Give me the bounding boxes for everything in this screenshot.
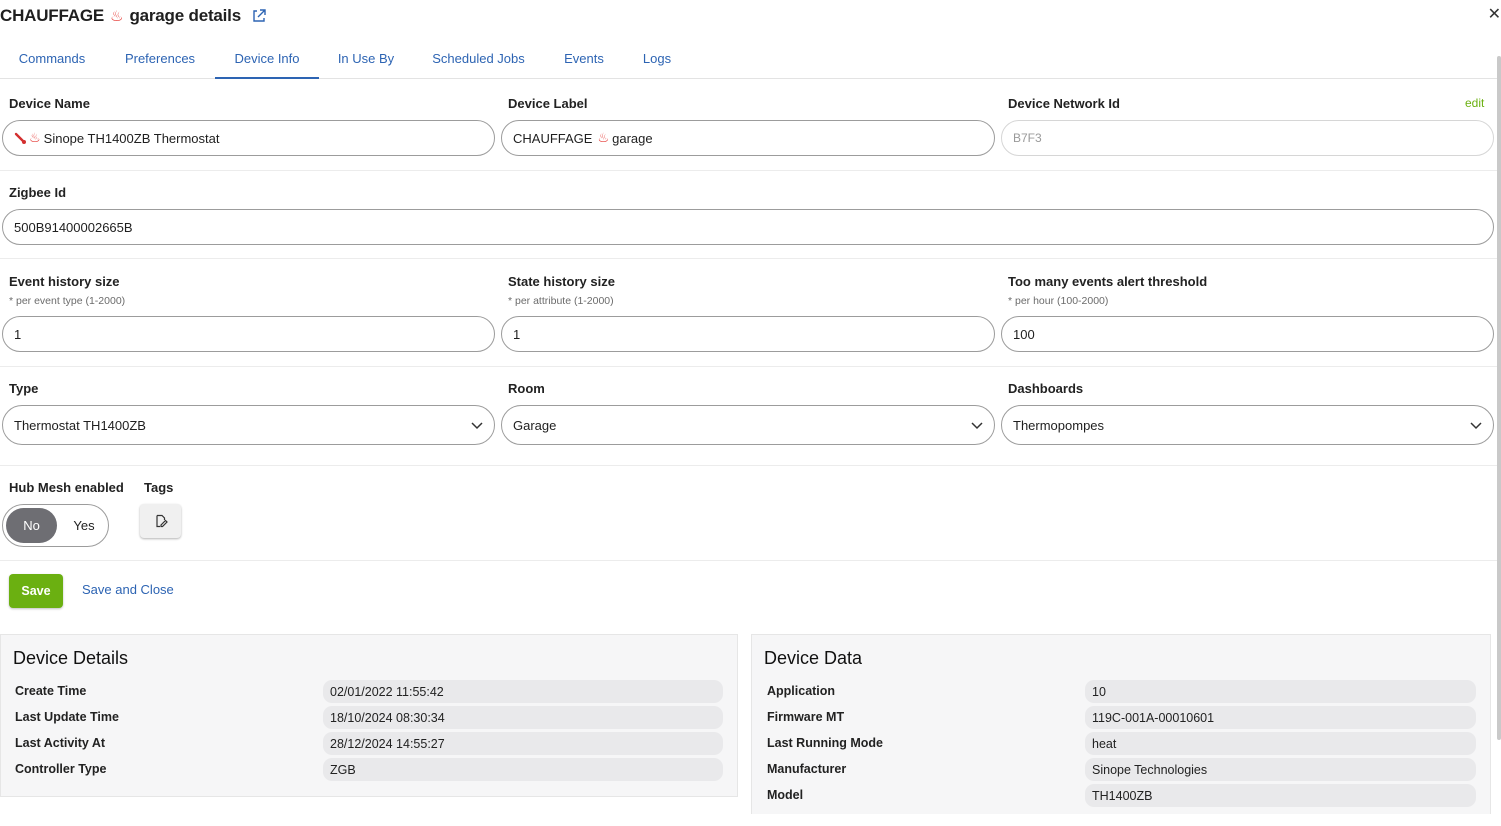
detail-value: ZGB	[323, 758, 723, 781]
room-value: Garage	[513, 417, 557, 433]
detail-key: Last Update Time	[15, 710, 119, 724]
tab-scheduled-jobs[interactable]: Scheduled Jobs	[422, 40, 535, 79]
alert-threshold-input[interactable]: 100	[1001, 316, 1494, 352]
edit-tag-icon	[155, 514, 168, 528]
edit-tags-button[interactable]	[140, 504, 181, 538]
data-value: 119C-001A-00010601	[1085, 706, 1476, 729]
dashboards-select[interactable]: Thermopompes	[1001, 405, 1494, 445]
event-history-hint: * per event type (1-2000)	[9, 295, 126, 307]
event-history-value: 1	[14, 326, 22, 342]
data-key: Model	[767, 788, 804, 802]
event-history-label: Event history size	[9, 274, 120, 289]
save-button[interactable]: Save	[9, 574, 63, 608]
hub-mesh-no-option[interactable]: No	[6, 508, 57, 543]
device-name-input[interactable]: ♨ Sinope TH1400ZB Thermostat	[2, 120, 495, 156]
fire-icon: ♨	[109, 8, 124, 25]
device-details-title: Device Details	[13, 648, 129, 668]
chevron-down-icon	[471, 422, 483, 430]
fire-icon: ♨	[597, 130, 610, 145]
hub-mesh-toggle: No Yes	[2, 504, 109, 547]
tab-events[interactable]: Events	[556, 40, 612, 79]
data-value: heat	[1085, 732, 1476, 755]
device-data-panel: Device Data Application 10 Firmware MT 1…	[751, 634, 1491, 814]
data-key: Firmware MT	[767, 710, 845, 724]
detail-value: 28/12/2024 14:55:27	[323, 732, 723, 755]
chevron-down-icon	[1470, 422, 1482, 430]
divider	[0, 170, 1497, 171]
divider	[0, 560, 1497, 561]
thermometer-icon	[14, 132, 26, 144]
chevron-down-icon	[971, 422, 983, 430]
alert-threshold-value: 100	[1013, 326, 1035, 342]
device-label-input[interactable]: CHAUFFAGE ♨ garage	[501, 120, 995, 156]
page-title: CHAUFFAGE ♨ garage details	[0, 4, 267, 28]
zigbee-id-label: Zigbee Id	[9, 185, 67, 200]
divider	[0, 258, 1497, 259]
type-label: Type	[9, 381, 39, 396]
network-id-value: B7F3	[1013, 131, 1042, 145]
data-key: Application	[767, 684, 836, 698]
room-select[interactable]: Garage	[501, 405, 995, 445]
state-history-input[interactable]: 1	[501, 316, 995, 352]
device-label-suffix: garage	[612, 130, 653, 146]
data-value: Sinope Technologies	[1085, 758, 1476, 781]
zigbee-id-input[interactable]: 500B91400002665B	[2, 209, 1494, 245]
hub-mesh-yes-option[interactable]: Yes	[61, 508, 107, 543]
tab-bar: Commands Preferences Device Info In Use …	[0, 40, 1497, 79]
alert-threshold-label: Too many events alert threshold	[1008, 274, 1208, 289]
zigbee-id-value: 500B91400002665B	[14, 219, 133, 235]
data-value: 10	[1085, 680, 1476, 703]
detail-value: 02/01/2022 11:55:42	[323, 680, 723, 703]
dashboards-label: Dashboards	[1008, 381, 1084, 396]
edit-network-id-link[interactable]: edit	[1465, 96, 1484, 110]
data-key: Manufacturer	[767, 762, 847, 776]
hub-mesh-label: Hub Mesh enabled	[9, 480, 124, 495]
close-icon[interactable]: ✕	[1488, 4, 1501, 24]
detail-value: 18/10/2024 08:30:34	[323, 706, 723, 729]
tab-commands[interactable]: Commands	[0, 40, 104, 79]
network-id-label: Device Network Id	[1008, 96, 1120, 111]
data-value: TH1400ZB	[1085, 784, 1476, 807]
external-link-icon[interactable]	[251, 8, 267, 24]
device-name-label: Device Name	[9, 96, 90, 111]
save-and-close-link[interactable]: Save and Close	[82, 582, 174, 597]
data-key: Last Running Mode	[767, 736, 883, 750]
state-history-value: 1	[513, 326, 521, 342]
device-label-label: Device Label	[508, 96, 588, 111]
state-history-label: State history size	[508, 274, 615, 289]
room-label: Room	[508, 381, 545, 396]
type-value: Thermostat TH1400ZB	[14, 417, 146, 433]
device-name-value: Sinope TH1400ZB Thermostat	[43, 130, 220, 146]
device-label-prefix: CHAUFFAGE	[513, 130, 593, 146]
tab-preferences[interactable]: Preferences	[112, 40, 208, 79]
tab-in-use-by[interactable]: In Use By	[330, 40, 402, 79]
title-prefix: CHAUFFAGE	[0, 6, 104, 25]
tab-logs[interactable]: Logs	[634, 40, 680, 79]
fire-icon: ♨	[29, 130, 41, 145]
detail-key: Create Time	[15, 684, 87, 698]
network-id-input: B7F3	[1001, 120, 1494, 156]
alert-threshold-hint: * per hour (100-2000)	[1008, 295, 1109, 307]
detail-key: Controller Type	[15, 762, 107, 776]
event-history-input[interactable]: 1	[2, 316, 495, 352]
tab-device-info[interactable]: Device Info	[215, 40, 319, 79]
tags-label: Tags	[144, 480, 174, 495]
scrollbar[interactable]	[1497, 56, 1501, 740]
dashboards-value: Thermopompes	[1013, 417, 1105, 433]
state-history-hint: * per attribute (1-2000)	[508, 295, 614, 307]
device-details-panel: Device Details Create Time 02/01/2022 11…	[0, 634, 738, 797]
type-select[interactable]: Thermostat TH1400ZB	[2, 405, 495, 445]
detail-key: Last Activity At	[15, 736, 106, 750]
divider	[0, 366, 1497, 367]
device-data-title: Device Data	[764, 648, 863, 668]
title-suffix: garage details	[129, 6, 241, 25]
divider	[0, 465, 1497, 466]
